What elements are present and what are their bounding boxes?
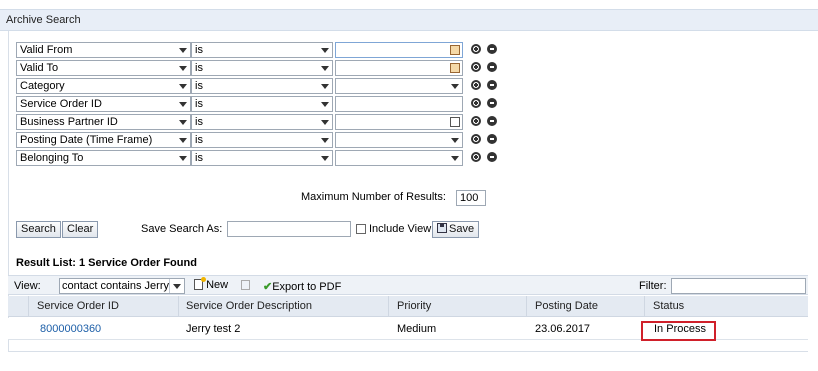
chevron-down-icon[interactable] (169, 279, 184, 293)
remove-row-icon[interactable] (487, 152, 497, 162)
service-order-description: Jerry test 2 (186, 323, 241, 335)
remove-row-icon[interactable] (487, 134, 497, 144)
service-order-id-link[interactable]: 8000000360 (40, 323, 101, 335)
filter-label: Filter: (639, 280, 667, 292)
remove-row-icon[interactable] (487, 80, 497, 90)
criteria-operator-select[interactable]: is (191, 132, 333, 148)
result-list-title: Result List: 1 Service Order Found (16, 257, 197, 269)
archive-search-header: Archive Search (0, 9, 818, 31)
add-row-icon[interactable] (471, 98, 481, 108)
criteria-value-select[interactable] (335, 78, 463, 94)
column-header-status[interactable]: Status (653, 300, 684, 312)
chevron-down-icon[interactable] (318, 79, 332, 93)
copy-button[interactable] (241, 280, 250, 292)
add-row-icon[interactable] (471, 116, 481, 126)
criteria-value-select[interactable] (335, 132, 463, 148)
checkmark-icon: ✔ (263, 281, 273, 293)
column-header-posting-date[interactable]: Posting Date (535, 300, 598, 312)
criteria-field-select[interactable]: Business Partner ID (16, 114, 191, 130)
add-row-icon[interactable] (471, 44, 481, 54)
column-header-service-order-id[interactable]: Service Order ID (37, 300, 119, 312)
add-row-icon[interactable] (471, 80, 481, 90)
criteria-field-select[interactable]: Valid From (16, 42, 191, 58)
add-row-icon[interactable] (471, 62, 481, 72)
view-select[interactable]: contact contains Jerry (59, 278, 185, 294)
chevron-down-icon[interactable] (318, 115, 332, 129)
chevron-down-icon[interactable] (318, 97, 332, 111)
value-help-icon[interactable] (450, 117, 460, 127)
chevron-down-icon[interactable] (318, 61, 332, 75)
new-button[interactable]: New (194, 277, 228, 291)
include-view-label: Include View (369, 223, 432, 235)
save-search-label: Save Search As: (141, 223, 223, 235)
column-header-description[interactable]: Service Order Description (186, 300, 312, 312)
remove-row-icon[interactable] (487, 116, 497, 126)
criteria-value-input[interactable] (335, 60, 463, 76)
save-search-input[interactable] (227, 221, 351, 237)
criteria-field-select[interactable]: Posting Date (Time Frame) (16, 132, 191, 148)
chevron-down-icon[interactable] (176, 151, 190, 165)
chevron-down-icon[interactable] (176, 97, 190, 111)
criteria-field-select[interactable]: Valid To (16, 60, 191, 76)
floppy-disk-icon (437, 223, 447, 233)
status-highlight-box (641, 321, 716, 341)
column-header-priority[interactable]: Priority (397, 300, 431, 312)
chevron-down-icon[interactable] (318, 133, 332, 147)
page-title: Archive Search (6, 14, 81, 26)
chevron-down-icon[interactable] (176, 61, 190, 75)
criteria-operator-select[interactable]: is (191, 96, 333, 112)
criteria-value-input[interactable] (335, 42, 463, 58)
chevron-down-icon[interactable] (450, 153, 460, 163)
export-pdf-button[interactable]: ✔Export to PDF (263, 280, 341, 293)
calendar-icon[interactable] (450, 45, 460, 55)
include-view-checkbox[interactable] (356, 224, 366, 234)
remove-row-icon[interactable] (487, 62, 497, 72)
result-toolbar: View: contact contains Jerry New ✔Export… (8, 275, 808, 295)
filter-input[interactable] (671, 278, 806, 294)
max-results-input[interactable]: 100 (456, 190, 486, 206)
table-header: Service Order ID Service Order Descripti… (8, 296, 808, 317)
chevron-down-icon[interactable] (450, 135, 460, 145)
criteria-operator-select[interactable]: is (191, 42, 333, 58)
save-button[interactable]: Save (432, 221, 480, 238)
priority-value: Medium (397, 323, 437, 335)
criteria-operator-select[interactable]: is (191, 78, 333, 94)
criteria-operator-select[interactable]: is (191, 60, 333, 76)
criteria-operator-select[interactable]: is (191, 114, 333, 130)
criteria-operator-select[interactable]: is (191, 150, 333, 166)
new-document-icon (194, 277, 206, 290)
view-label: View: (14, 280, 41, 292)
criteria-value-input[interactable] (335, 114, 463, 130)
add-row-icon[interactable] (471, 152, 481, 162)
criteria-field-select[interactable]: Belonging To (16, 150, 191, 166)
calendar-icon[interactable] (450, 63, 460, 73)
criteria-value-select[interactable] (335, 150, 463, 166)
chevron-down-icon[interactable] (318, 43, 332, 57)
chevron-down-icon[interactable] (176, 43, 190, 57)
criteria-field-select[interactable]: Service Order ID (16, 96, 191, 112)
copy-icon (241, 280, 250, 290)
posting-date-value: 23.06.2017 (535, 323, 591, 335)
remove-row-icon[interactable] (487, 44, 497, 54)
add-row-icon[interactable] (471, 134, 481, 144)
clear-button[interactable]: Clear (62, 221, 99, 238)
max-results-label: Maximum Number of Results: (301, 191, 446, 203)
remove-row-icon[interactable] (487, 98, 497, 108)
chevron-down-icon[interactable] (318, 151, 332, 165)
search-button[interactable]: Search (16, 221, 61, 238)
criteria-field-select[interactable]: Category (16, 78, 191, 94)
chevron-down-icon[interactable] (176, 79, 190, 93)
chevron-down-icon[interactable] (450, 81, 460, 91)
chevron-down-icon[interactable] (176, 115, 190, 129)
criteria-value-input[interactable] (335, 96, 463, 112)
chevron-down-icon[interactable] (176, 133, 190, 147)
